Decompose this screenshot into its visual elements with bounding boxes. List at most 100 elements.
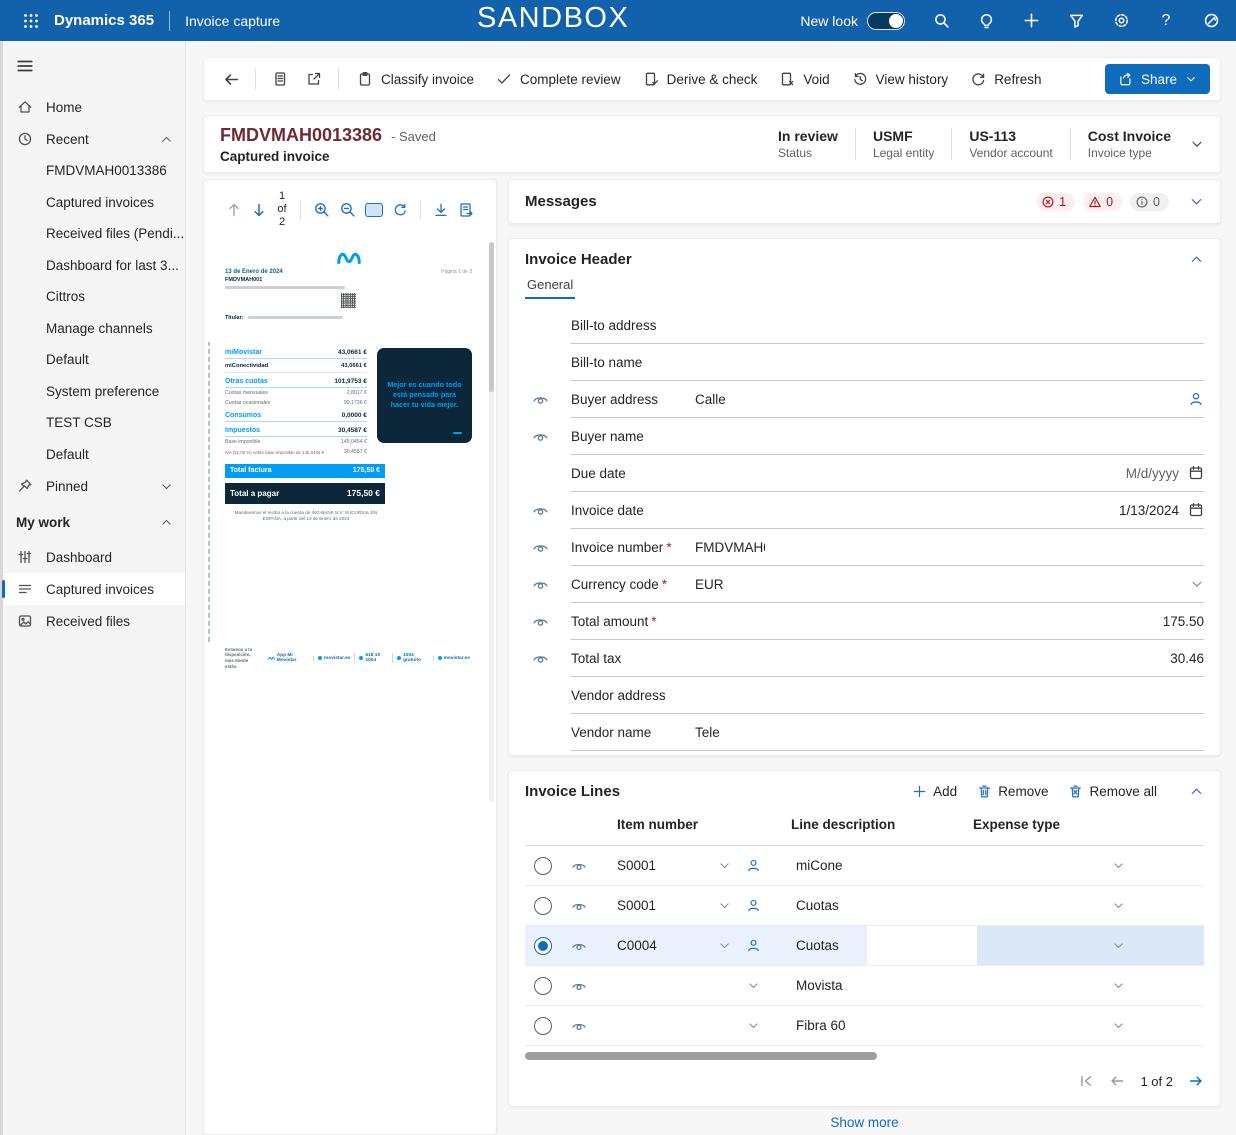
feedback-icon[interactable] — [1202, 12, 1220, 30]
sidebar-recent-item[interactable]: Manage channels — [3, 313, 185, 345]
sidebar-item-captured-invoices[interactable]: Captured invoices — [3, 573, 185, 605]
mapped-eye-icon[interactable] — [525, 418, 571, 455]
preview-scrollbar[interactable] — [489, 242, 494, 802]
show-more-link[interactable]: Show more — [508, 1109, 1221, 1135]
item-number-value[interactable]: S0001 — [617, 858, 656, 873]
help-icon[interactable]: ? — [1157, 12, 1175, 30]
filter-icon[interactable] — [1067, 12, 1085, 30]
chevron-down-icon[interactable] — [718, 859, 731, 872]
calendar-icon[interactable] — [1188, 502, 1204, 518]
chevron-down-icon[interactable] — [160, 480, 173, 493]
column-header-line-description[interactable]: Line description — [737, 817, 949, 832]
row-radio[interactable] — [534, 977, 552, 995]
chevron-down-icon[interactable] — [1112, 979, 1125, 992]
derive-and-check-button[interactable]: Derive & check — [632, 63, 769, 95]
field-input[interactable]: EUR — [695, 577, 1181, 592]
error-count-badge[interactable]: 1 — [1036, 193, 1075, 211]
refresh-button[interactable]: Refresh — [959, 63, 1052, 95]
next-page-arrow-icon[interactable] — [1188, 1073, 1204, 1089]
field-input[interactable]: Calle — [695, 392, 1179, 407]
chevron-up-icon[interactable] — [160, 133, 173, 146]
info-count-badge[interactable]: 0 — [1130, 193, 1169, 211]
invoice-line-row[interactable]: Movista — [525, 966, 1204, 1006]
mapped-eye-icon[interactable] — [525, 566, 571, 603]
sidebar-recent-item[interactable]: Received files (Pendi... — [3, 218, 185, 250]
next-page-icon[interactable] — [251, 202, 267, 218]
field-input[interactable]: 175.50 — [695, 614, 1204, 629]
classify-invoice-button[interactable]: Classify invoice — [346, 63, 485, 95]
waffle-menu-icon[interactable] — [16, 6, 46, 36]
sidebar-recent-item[interactable]: Captured invoices — [3, 187, 185, 219]
previous-page-icon[interactable] — [226, 202, 242, 218]
invoice-line-row-selected[interactable]: C0004 Cuotas — [525, 926, 1204, 966]
share-button[interactable]: Share — [1105, 64, 1210, 94]
brand-title[interactable]: Dynamics 365 — [54, 12, 154, 29]
mapped-eye-icon[interactable] — [525, 381, 571, 418]
mapped-eye-icon[interactable] — [525, 640, 571, 677]
row-radio[interactable] — [534, 1017, 552, 1035]
settings-gear-icon[interactable] — [1112, 12, 1130, 30]
sidebar-group-recent[interactable]: Recent — [3, 123, 185, 155]
zoom-out-icon[interactable] — [339, 201, 356, 218]
app-name[interactable]: Invoice capture — [185, 13, 280, 29]
mapped-eye-icon[interactable] — [525, 492, 571, 529]
line-description-value[interactable]: Movista — [769, 978, 867, 993]
tab-general[interactable]: General — [525, 277, 575, 299]
chevron-down-icon[interactable] — [718, 899, 731, 912]
field-input[interactable]: 1/13/2024 — [695, 503, 1179, 518]
chevron-up-icon[interactable] — [1189, 252, 1204, 267]
invoice-line-row[interactable]: Fibra 60 — [525, 1006, 1204, 1046]
scrollbar-thumb[interactable] — [525, 1052, 877, 1060]
previous-page-arrow-icon[interactable] — [1109, 1073, 1125, 1089]
export-document-icon[interactable] — [458, 202, 474, 218]
sidebar-recent-item[interactable]: FMDVMAH0013386 — [3, 155, 185, 187]
rotate-icon[interactable] — [392, 202, 408, 218]
mapped-eye-icon[interactable] — [561, 1018, 597, 1034]
search-icon[interactable] — [932, 12, 950, 30]
chevron-up-icon[interactable] — [160, 516, 173, 529]
mapped-eye-icon[interactable] — [561, 858, 597, 874]
mapped-eye-icon[interactable] — [525, 603, 571, 640]
page-indicator[interactable]: 1 of 2 — [277, 190, 286, 230]
void-button[interactable]: Void — [768, 63, 840, 95]
sidebar-recent-item[interactable]: Default — [3, 344, 185, 376]
item-number-value[interactable]: C0004 — [617, 938, 657, 953]
chevron-down-icon[interactable] — [747, 979, 760, 992]
chevron-down-icon[interactable] — [1112, 939, 1125, 952]
row-radio[interactable] — [534, 857, 552, 875]
new-look-toggle[interactable] — [867, 12, 905, 30]
hamburger-menu-icon[interactable] — [3, 49, 185, 83]
sidebar-group-pinned[interactable]: Pinned — [3, 470, 185, 502]
chevron-up-icon[interactable] — [1189, 784, 1204, 799]
row-radio-selected[interactable] — [534, 937, 552, 955]
field-input[interactable]: FMDVMAH0013386 — [695, 540, 1204, 555]
zoom-in-icon[interactable] — [313, 201, 330, 218]
sidebar-item-home[interactable]: Home — [3, 91, 185, 123]
document-reading-pane-icon[interactable] — [263, 64, 297, 94]
sidebar-group-my-work[interactable]: My work — [3, 506, 185, 538]
calendar-icon[interactable] — [1188, 465, 1204, 481]
add-icon[interactable] — [1022, 12, 1040, 30]
sidebar-recent-item[interactable]: Cittros — [3, 281, 185, 313]
sidebar-recent-item[interactable]: Dashboard for last 3... — [3, 250, 185, 282]
lightbulb-icon[interactable] — [977, 12, 995, 30]
field-input[interactable]: 30.46 — [695, 651, 1204, 666]
person-icon[interactable] — [737, 858, 769, 873]
sidebar-recent-item[interactable]: TEST CSB — [3, 407, 185, 439]
line-description-value[interactable]: miCone — [769, 858, 867, 873]
fit-to-page-icon[interactable] — [365, 203, 383, 217]
sidebar-item-dashboard[interactable]: Dashboard — [3, 541, 185, 573]
open-in-new-window-icon[interactable] — [297, 64, 331, 94]
row-radio[interactable] — [534, 897, 552, 915]
invoice-line-row[interactable]: S0001 Cuotas — [525, 886, 1204, 926]
add-line-button[interactable]: Add — [912, 784, 957, 799]
remove-all-lines-button[interactable]: Remove all — [1068, 784, 1157, 799]
sidebar-item-received-files[interactable]: Received files — [3, 605, 185, 637]
horizontal-scrollbar[interactable] — [525, 1052, 1204, 1060]
line-description-value[interactable]: Cuotas — [769, 898, 867, 913]
chevron-down-icon[interactable] — [1190, 137, 1204, 151]
chevron-down-icon[interactable] — [718, 939, 731, 952]
complete-review-button[interactable]: Complete review — [485, 63, 632, 95]
view-history-button[interactable]: View history — [841, 63, 960, 95]
field-input[interactable]: M/d/yyyy — [695, 466, 1179, 481]
